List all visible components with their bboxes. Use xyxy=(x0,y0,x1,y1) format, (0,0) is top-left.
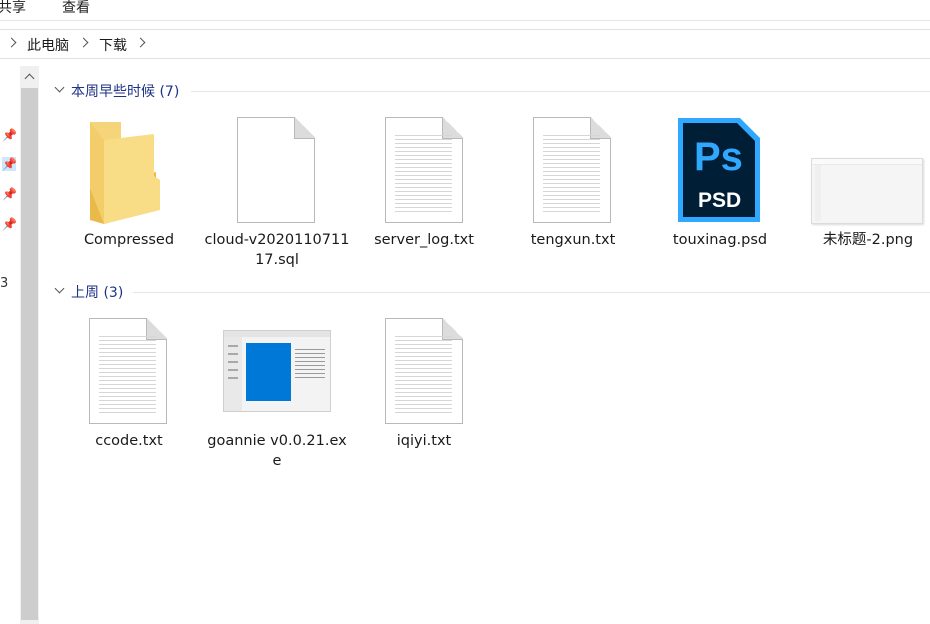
chevron-right-icon[interactable] xyxy=(78,37,89,48)
navigation-scrollbar[interactable] xyxy=(20,66,39,624)
group-header-last-week[interactable]: 上周 (3) xyxy=(53,282,930,302)
pin-icon: 📌 xyxy=(2,217,17,231)
ribbon-tab-share[interactable]: 共享 xyxy=(0,0,26,17)
file-item-tengxun[interactable]: tengxun.txt xyxy=(500,112,646,272)
nav-item-partial-label: 3 xyxy=(0,276,9,291)
file-item-touxinag-psd[interactable]: Ps PSD touxinag.psd xyxy=(647,112,793,272)
navigation-pane: 📌 📌 📌 📌 3 xyxy=(0,66,20,624)
file-item-server-log[interactable]: server_log.txt xyxy=(351,112,497,272)
image-thumbnail-icon xyxy=(811,158,923,224)
breadcrumb-this-pc[interactable]: 此电脑 xyxy=(27,35,69,55)
file-item-goannie-exe[interactable]: goannie v0.0.21.exe xyxy=(204,313,350,473)
file-item-ccode[interactable]: ccode.txt xyxy=(56,313,202,473)
file-name: server_log.txt xyxy=(374,232,474,248)
chevron-down-icon[interactable] xyxy=(54,82,65,93)
file-item-untitled-png[interactable]: 未标题-2.png xyxy=(795,112,930,272)
folder-icon xyxy=(90,122,160,224)
file-item-cloud-sql[interactable]: cloud-v202011071117.sql xyxy=(204,112,350,272)
pin-icon: 📌 xyxy=(2,128,17,142)
chevron-down-icon[interactable] xyxy=(54,283,65,294)
file-name: iqiyi.txt xyxy=(396,433,452,449)
file-name: goannie v0.0.21.exe xyxy=(207,433,347,469)
file-item-iqiyi[interactable]: iqiyi.txt xyxy=(351,313,497,473)
file-name: ccode.txt xyxy=(95,433,163,449)
blank-file-icon xyxy=(237,117,315,223)
file-name: Compressed xyxy=(83,232,175,248)
breadcrumb-downloads[interactable]: 下载 xyxy=(99,35,127,55)
file-item-compressed[interactable]: Compressed xyxy=(56,112,202,272)
text-file-icon xyxy=(385,117,463,223)
file-name: cloud-v202011071117.sql xyxy=(204,232,350,268)
chevron-right-icon[interactable] xyxy=(6,37,17,48)
pin-icon: 📌 xyxy=(2,157,17,171)
app-thumbnail-icon xyxy=(223,330,331,412)
photoshop-ps-text: Ps xyxy=(694,135,743,179)
group-divider xyxy=(133,292,930,293)
scroll-up-button[interactable] xyxy=(20,66,39,88)
group-title: 本周早些时候 (7) xyxy=(71,84,180,100)
photoshop-psd-text: PSD xyxy=(698,189,741,212)
ribbon-divider xyxy=(0,20,930,21)
group-divider xyxy=(191,91,930,92)
pin-icon: 📌 xyxy=(2,187,17,201)
ribbon: 共享 查看 xyxy=(0,0,930,20)
text-file-icon xyxy=(385,318,463,424)
photoshop-icon: Ps PSD xyxy=(678,118,760,222)
ribbon-tab-view[interactable]: 查看 xyxy=(62,0,90,17)
address-bar[interactable]: 此电脑 下载 xyxy=(0,29,930,59)
text-file-icon xyxy=(89,318,167,424)
group-header-earlier-this-week[interactable]: 本周早些时候 (7) xyxy=(53,81,930,101)
group-title: 上周 (3) xyxy=(71,285,124,301)
file-name: 未标题-2.png xyxy=(822,232,914,248)
chevron-right-icon[interactable] xyxy=(135,37,146,48)
file-name: tengxun.txt xyxy=(530,232,616,248)
file-name: touxinag.psd xyxy=(672,232,768,248)
text-file-icon xyxy=(533,117,611,223)
scrollbar-thumb[interactable] xyxy=(21,88,38,620)
